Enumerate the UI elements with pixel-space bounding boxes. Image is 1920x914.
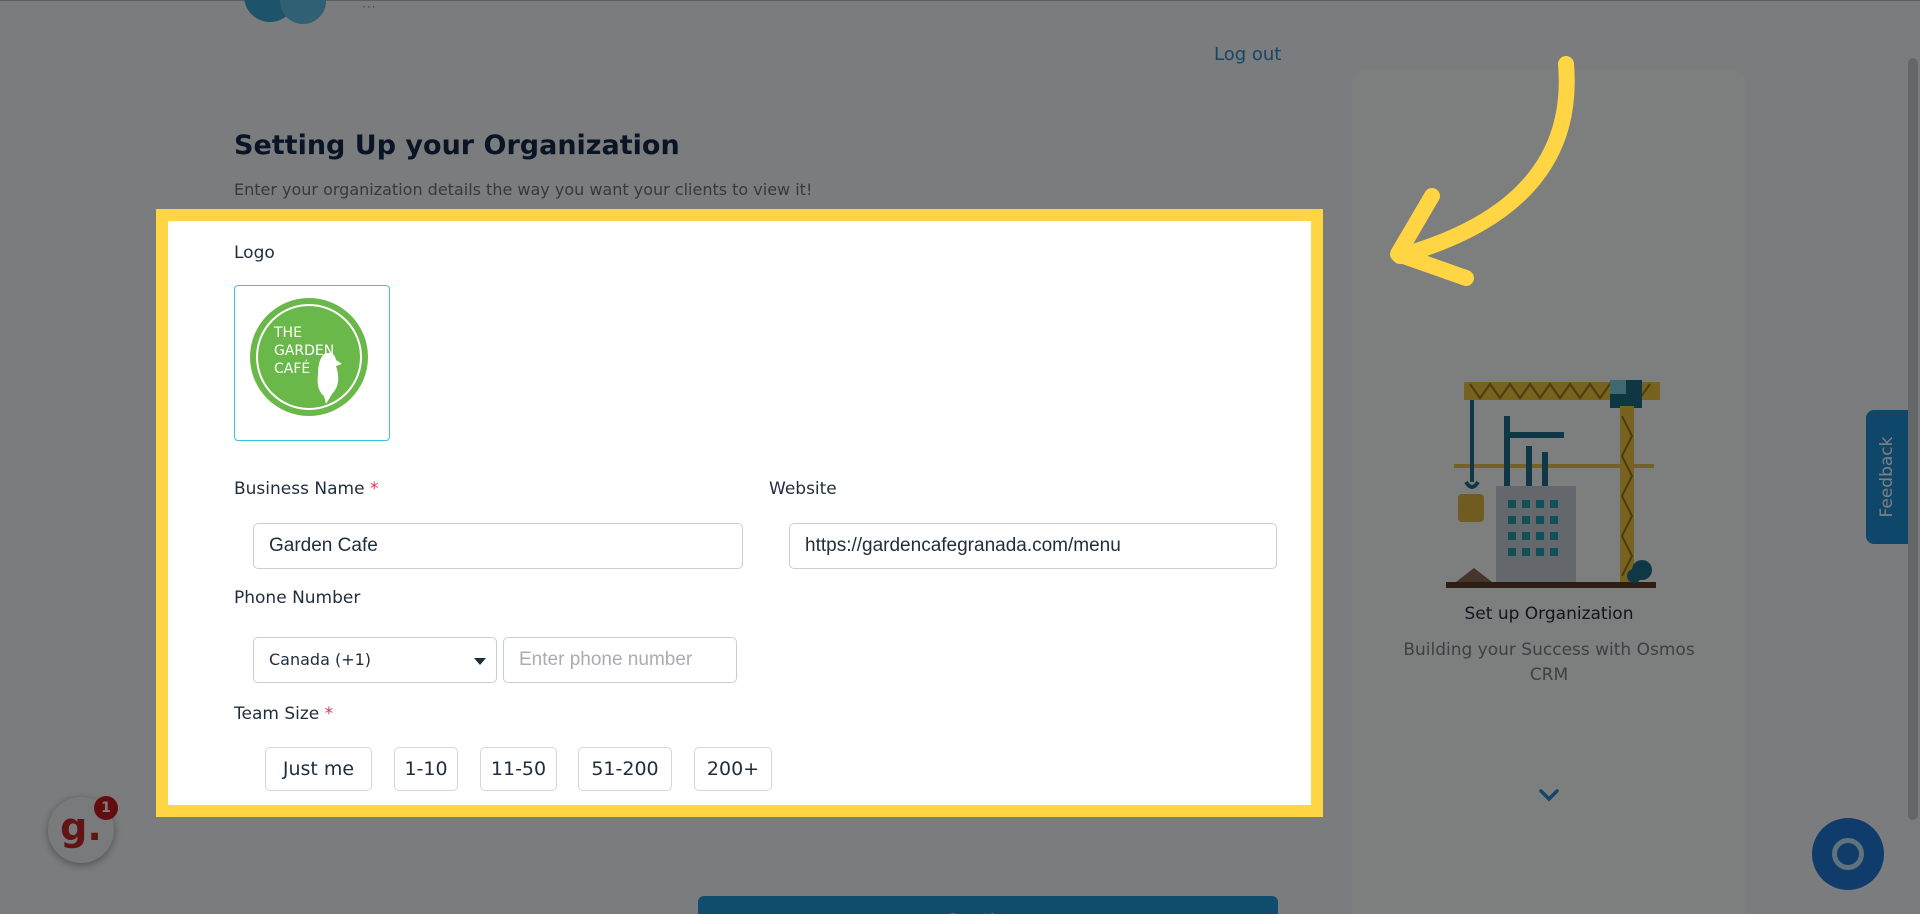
logo-upload[interactable]: THE GARDEN CAFÉ <box>234 285 390 441</box>
page-title: Setting Up your Organization <box>234 130 680 161</box>
phone-number-input[interactable] <box>503 637 737 683</box>
chat-icon[interactable] <box>1812 818 1884 890</box>
website-label: Website <box>769 479 837 499</box>
team-size-label: Team Size * <box>234 704 334 724</box>
website-input[interactable] <box>789 523 1277 569</box>
construction-illustration <box>1446 380 1660 588</box>
feedback-tab[interactable]: Feedback <box>1866 410 1908 544</box>
logo-text-line: THE <box>274 325 302 341</box>
brand-logo <box>240 0 330 26</box>
logo-label: Logo <box>234 243 275 263</box>
page-subtitle: Enter your organization details the way … <box>234 180 813 199</box>
bird-icon <box>317 352 342 404</box>
feedback-label: Feedback <box>1877 436 1897 518</box>
arrow-icon <box>1390 56 1575 286</box>
organization-form-card: Logo THE GARDEN CAFÉ Business Name * Web… <box>156 209 1323 817</box>
logout-link[interactable]: Log out <box>1214 44 1281 65</box>
side-panel-title: Set up Organization <box>1464 604 1634 624</box>
country-code-select[interactable]: Canada (+1) <box>253 637 497 683</box>
business-name-input[interactable] <box>253 523 743 569</box>
garden-cafe-logo: THE GARDEN CAFÉ <box>250 298 368 416</box>
required-asterisk: * <box>369 479 379 499</box>
business-name-label: Business Name * <box>234 479 379 499</box>
brand-dots: ··· <box>362 0 377 14</box>
scrollbar[interactable] <box>1908 58 1918 820</box>
notification-badge: 1 <box>94 796 118 820</box>
team-size-option-1-10[interactable]: 1-10 <box>394 747 458 791</box>
team-size-option-200-plus[interactable]: 200+ <box>694 747 772 791</box>
chevron-down-icon[interactable] <box>1532 782 1566 808</box>
team-size-option-just-me[interactable]: Just me <box>265 747 372 791</box>
phone-number-label: Phone Number <box>234 588 361 608</box>
country-code-value: Canada (+1) <box>269 650 372 669</box>
required-asterisk: * <box>324 704 334 724</box>
continue-button[interactable]: Continue <box>698 896 1278 914</box>
caret-down-icon <box>474 658 486 665</box>
team-size-option-11-50[interactable]: 11-50 <box>480 747 557 791</box>
team-size-option-51-200[interactable]: 51-200 <box>578 747 672 791</box>
side-panel-subtitle: Building your Success with Osmos CRM <box>1403 640 1695 685</box>
